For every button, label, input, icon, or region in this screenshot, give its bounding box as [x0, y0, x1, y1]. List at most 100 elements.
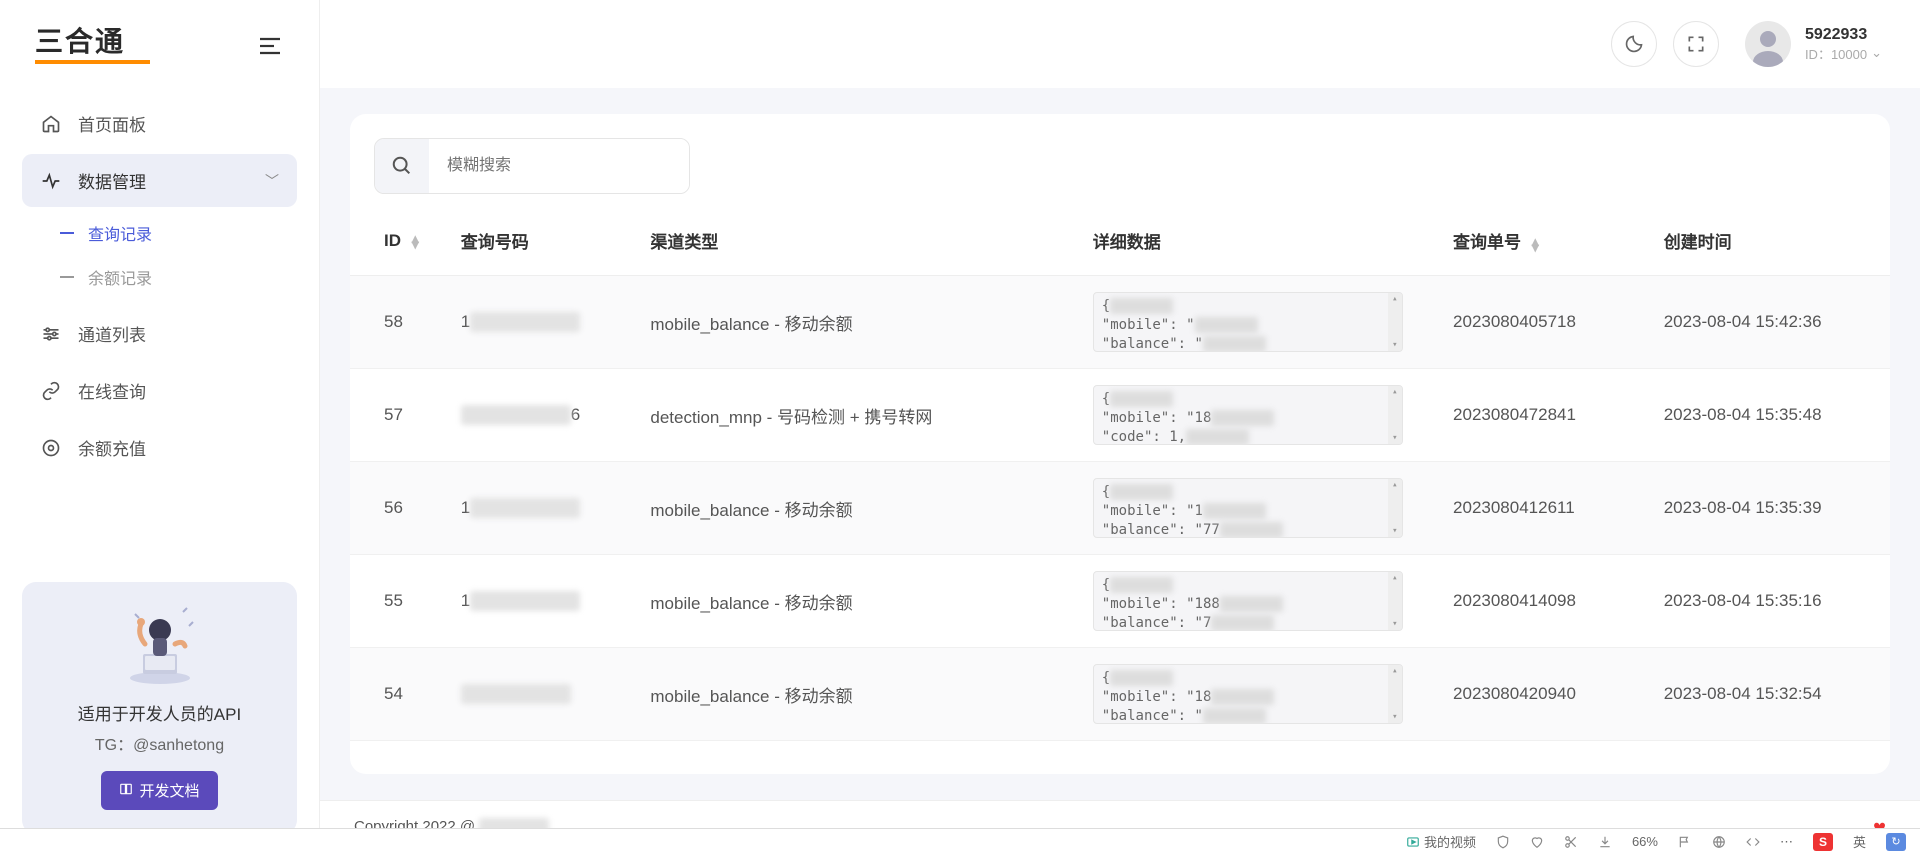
- video-label: 我的视频: [1424, 832, 1476, 851]
- table-row: 54 xxxxxxxxx mobile_balance - 移动余额 {xxxx…: [350, 648, 1890, 741]
- code-icon[interactable]: [1746, 835, 1760, 849]
- fullscreen-button[interactable]: [1673, 21, 1719, 67]
- dash-icon: [60, 232, 74, 234]
- nav-item-channel-list[interactable]: 通道列表: [22, 307, 297, 360]
- cell-channel: detection_mnp - 号码检测 + 携号转网: [634, 369, 1076, 462]
- dev-card-tg: TG：@sanhetong: [40, 731, 279, 755]
- col-id[interactable]: ID ▴▾: [350, 206, 445, 276]
- redacted-text: xxxxxxxxx: [461, 684, 571, 704]
- nav-label: 通道列表: [78, 321, 279, 346]
- status-bar: 我的视频 66% ⋯ S 英 ↻: [0, 828, 1920, 854]
- username: 5922933: [1805, 26, 1882, 44]
- download-icon[interactable]: [1598, 835, 1612, 849]
- shield-icon[interactable]: [1496, 835, 1510, 849]
- scrollbar[interactable]: [1388, 665, 1402, 723]
- table-row: 57 xxxxxxxxx6 detection_mnp - 号码检测 + 携号转…: [350, 369, 1890, 462]
- sub-nav: 查询记录 余额记录: [22, 211, 297, 299]
- json-preview[interactable]: {xxxxxxx "mobile": "18xxxxxxx "code": 1,…: [1093, 385, 1403, 445]
- redacted-text: xxxxxxxxx: [461, 405, 571, 425]
- more-icon[interactable]: ⋯: [1780, 834, 1793, 850]
- search-icon: [375, 139, 429, 193]
- nav-item-dashboard[interactable]: 首页面板: [22, 97, 297, 150]
- dev-docs-button[interactable]: 开发文档: [101, 771, 217, 810]
- cell-channel: mobile_balance - 移动余额: [634, 648, 1076, 741]
- dev-card-title: 适用于开发人员的API: [40, 700, 279, 725]
- chevron-down-icon: ⌄: [1871, 45, 1882, 61]
- flag-icon[interactable]: [1678, 835, 1692, 849]
- cell-time: 2023-08-04 15:35:16: [1648, 555, 1890, 648]
- subnav-item-balance-log[interactable]: 余额记录: [52, 255, 297, 299]
- cell-time: 2023-08-04 15:42:36: [1648, 276, 1890, 369]
- user-menu[interactable]: 5922933 ID：10000 ⌄: [1745, 21, 1882, 67]
- dash-icon: [60, 276, 74, 278]
- cell-order: 2023080472841: [1437, 369, 1648, 462]
- json-preview[interactable]: {xxxxxxx "mobile": "18xxxxxxx "balance":…: [1093, 664, 1403, 724]
- fullscreen-icon: [1686, 34, 1706, 54]
- json-preview[interactable]: {xxxxxxx "mobile": "xxxxxxx "balance": "…: [1093, 292, 1403, 352]
- cell-id: 55: [350, 555, 445, 648]
- cell-number: 1xxxxxxxxx: [445, 555, 635, 648]
- nav-item-balance-recharge[interactable]: 余额充值: [22, 421, 297, 474]
- json-preview[interactable]: {xxxxxxx "mobile": "1xxxxxxx "balance": …: [1093, 478, 1403, 538]
- nav-label: 在线查询: [78, 378, 279, 403]
- nav-item-online-query[interactable]: 在线查询: [22, 364, 297, 417]
- search-input[interactable]: [429, 139, 689, 193]
- cell-order: 2023080405718: [1437, 276, 1648, 369]
- link-icon: [40, 381, 62, 401]
- col-label: 渠道类型: [650, 233, 718, 252]
- sidebar: 三合通 首页面板 数据管理 ﹀: [0, 0, 320, 854]
- subnav-label: 余额记录: [88, 265, 152, 289]
- nav-item-data-manage[interactable]: 数据管理 ﹀: [22, 154, 297, 207]
- search-box: [374, 138, 690, 194]
- menu-toggle-button[interactable]: [256, 32, 284, 60]
- cell-time: 2023-08-04 15:35:39: [1648, 462, 1890, 555]
- col-order-no[interactable]: 查询单号 ▴▾: [1437, 206, 1648, 276]
- subnav-item-query-log[interactable]: 查询记录: [52, 211, 297, 255]
- video-indicator[interactable]: 我的视频: [1406, 832, 1476, 851]
- col-label: 查询号码: [461, 233, 529, 252]
- table-header-row: ID ▴▾ 查询号码 渠道类型 详细数据 查询单号 ▴▾ 创建: [350, 206, 1890, 276]
- lang-label[interactable]: 英: [1853, 832, 1866, 851]
- scissors-icon[interactable]: [1564, 835, 1578, 849]
- cell-id: 58: [350, 276, 445, 369]
- cell-data: {xxxxxxx "mobile": "188xxxxxxx "balance"…: [1077, 555, 1437, 648]
- translate-icon[interactable]: [1712, 835, 1726, 849]
- scrollbar[interactable]: [1388, 293, 1402, 351]
- logo[interactable]: 三合通: [35, 25, 155, 67]
- user-info: 5922933 ID：10000 ⌄: [1805, 26, 1882, 63]
- subnav-label: 查询记录: [88, 221, 152, 245]
- cell-number: xxxxxxxxx6: [445, 369, 635, 462]
- cell-id: 56: [350, 462, 445, 555]
- cell-order: 2023080414098: [1437, 555, 1648, 648]
- activity-icon: [40, 171, 62, 191]
- cell-time: 2023-08-04 15:35:48: [1648, 369, 1890, 462]
- cell-number: 1xxxxxxxxx: [445, 462, 635, 555]
- cell-data: {xxxxxxx "mobile": "18xxxxxxx "balance":…: [1077, 648, 1437, 741]
- dev-api-card: 适用于开发人员的API TG：@sanhetong 开发文档: [22, 582, 297, 834]
- col-label: 创建时间: [1664, 233, 1732, 252]
- ime-badge[interactable]: S: [1813, 833, 1833, 851]
- dev-docs-label: 开发文档: [139, 780, 199, 801]
- sync-badge[interactable]: ↻: [1886, 833, 1906, 851]
- menu-icon: [258, 36, 282, 56]
- sort-icon: ▴▾: [412, 235, 419, 247]
- nav-label: 余额充值: [78, 435, 279, 460]
- cell-number: xxxxxxxxx: [445, 648, 635, 741]
- theme-toggle-button[interactable]: [1611, 21, 1657, 67]
- heart-outline-icon[interactable]: [1530, 835, 1544, 849]
- zoom-level[interactable]: 66%: [1632, 834, 1658, 849]
- scrollbar[interactable]: [1388, 479, 1402, 537]
- chevron-down-icon: ﹀: [265, 171, 279, 191]
- col-create-time: 创建时间: [1648, 206, 1890, 276]
- dev-illustration: [115, 606, 205, 686]
- cell-number: 1xxxxxxxxx: [445, 276, 635, 369]
- cell-channel: mobile_balance - 移动余额: [634, 462, 1076, 555]
- redacted-text: xxxxxxxxx: [470, 498, 580, 518]
- cell-order: 2023080420940: [1437, 648, 1648, 741]
- scrollbar[interactable]: [1388, 572, 1402, 630]
- target-icon: [40, 438, 62, 458]
- json-preview[interactable]: {xxxxxxx "mobile": "188xxxxxxx "balance"…: [1093, 571, 1403, 631]
- table-row: 56 1xxxxxxxxx mobile_balance - 移动余额 {xxx…: [350, 462, 1890, 555]
- nav-label: 数据管理: [78, 168, 265, 193]
- scrollbar[interactable]: [1388, 386, 1402, 444]
